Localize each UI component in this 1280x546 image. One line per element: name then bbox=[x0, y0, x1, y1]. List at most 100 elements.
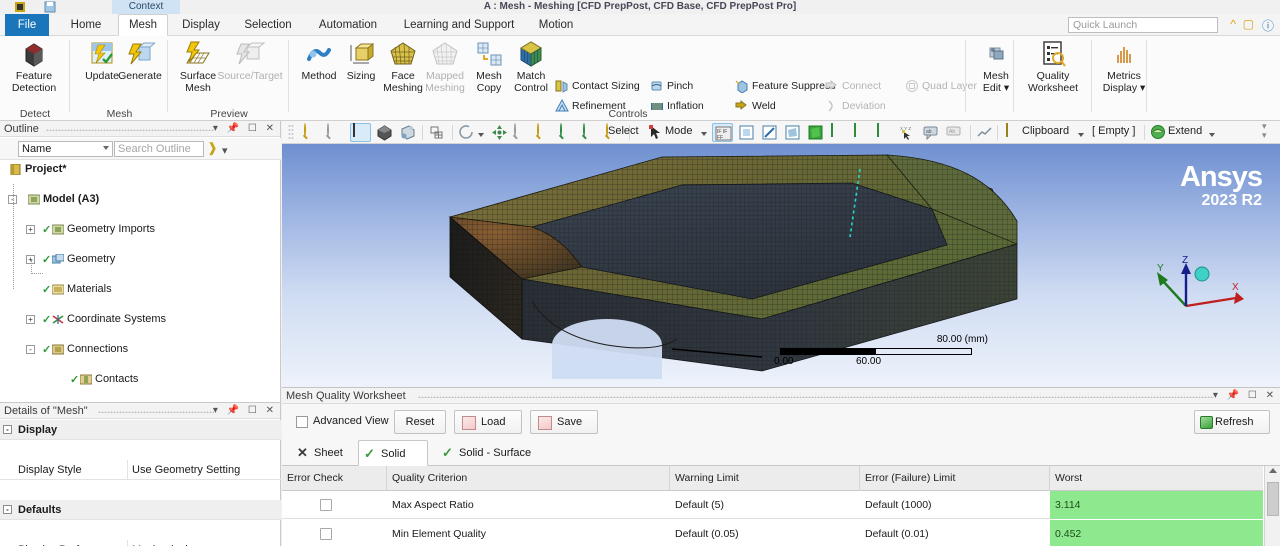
group-expander[interactable]: - bbox=[3, 505, 12, 514]
details-value[interactable]: Use Geometry Setting bbox=[127, 460, 281, 480]
outline-search-input[interactable]: Search Outline bbox=[114, 141, 204, 157]
details-row-physics-preference[interactable]: Physics Preference Mechanical bbox=[0, 540, 281, 546]
row-warning-limit[interactable]: Default (5) bbox=[670, 491, 860, 519]
tree-expander[interactable]: + bbox=[26, 315, 35, 324]
row-error-check-cell[interactable] bbox=[282, 491, 387, 519]
graphics-viewport[interactable]: Ansys 2023 R2 X Y Z 80.00 (mm) 60.00 0.0… bbox=[282, 144, 1280, 387]
row-error-checkbox[interactable] bbox=[320, 528, 332, 540]
tree-node-coordinate-systems[interactable]: + ✓ Coordinate Systems bbox=[0, 312, 281, 327]
tree-node-model[interactable]: - Model (A3) bbox=[0, 192, 281, 207]
chevron-up-icon[interactable]: ^ bbox=[1230, 17, 1236, 31]
quick-launch-input[interactable]: Quick Launch bbox=[1068, 17, 1218, 33]
show-solid-icon[interactable] bbox=[350, 123, 371, 142]
tab-motion[interactable]: Motion bbox=[530, 14, 582, 36]
tab-selection[interactable]: Selection bbox=[236, 14, 300, 36]
tab-sheet[interactable]: ✕ Sheet bbox=[292, 440, 354, 466]
show-edges-icon[interactable] bbox=[399, 124, 416, 141]
label-icon[interactable]: ab bbox=[922, 124, 939, 141]
show-wireframe-icon[interactable] bbox=[376, 124, 393, 141]
tab-learning-and-support[interactable]: Learning and Support bbox=[392, 14, 526, 36]
tab-automation[interactable]: Automation bbox=[308, 14, 388, 36]
extend-icon[interactable] bbox=[1150, 124, 1167, 141]
named-selection-icon[interactable] bbox=[428, 124, 445, 141]
load-button[interactable]: Load bbox=[454, 410, 522, 434]
save-button[interactable]: Save bbox=[530, 410, 598, 434]
tree-node-materials[interactable]: ✓ Materials bbox=[0, 282, 281, 297]
tab-file[interactable]: File bbox=[5, 14, 49, 36]
table-row[interactable]: Max Aspect Ratio Default (5) Default (10… bbox=[282, 491, 1263, 519]
scroll-up-arrow-icon[interactable] bbox=[1269, 468, 1277, 473]
pan-icon[interactable] bbox=[491, 124, 508, 141]
details-panel-buttons[interactable]: ▾ 📌 ☐ ✕ bbox=[213, 403, 277, 419]
chart-icon[interactable] bbox=[976, 124, 993, 141]
tab-display[interactable]: Display bbox=[174, 14, 228, 36]
worksheet-panel-buttons[interactable]: ▾ 📌 ☐ ✕ bbox=[1213, 388, 1277, 404]
probe-xyz-icon[interactable]: X Y Z bbox=[899, 124, 916, 141]
select-face-icon[interactable] bbox=[784, 124, 801, 141]
outline-panel-buttons[interactable]: ▾ 📌 ☐ ✕ bbox=[213, 121, 277, 137]
overflow-caret-icon[interactable]: ▾ bbox=[222, 144, 228, 157]
tab-solid[interactable]: ✓ Solid bbox=[358, 440, 428, 466]
match-control-button[interactable]: Match Control bbox=[502, 39, 560, 94]
clipboard-icon[interactable] bbox=[1004, 123, 1010, 141]
tab-mesh[interactable]: Mesh bbox=[118, 14, 168, 36]
tree-expander[interactable]: - bbox=[26, 345, 35, 354]
row-error-check-cell[interactable] bbox=[282, 520, 387, 546]
mode-cursor-icon[interactable] bbox=[647, 124, 664, 141]
select-edge-icon[interactable] bbox=[761, 124, 778, 141]
magnifier-icon[interactable] bbox=[583, 123, 585, 141]
chevron-down-icon[interactable] bbox=[1209, 128, 1215, 145]
select-body-icon[interactable] bbox=[807, 124, 824, 141]
generate-button[interactable]: Generate bbox=[111, 39, 169, 83]
tree-node-contacts[interactable]: ✓ Contacts bbox=[0, 372, 281, 387]
tab-solid-surface[interactable]: ✓ Solid - Surface bbox=[437, 440, 557, 466]
row-error-checkbox[interactable] bbox=[320, 499, 332, 511]
col-error-check[interactable]: Error Check bbox=[282, 466, 387, 491]
outline-name-filter-select[interactable]: Name bbox=[18, 141, 113, 157]
select-element-icon[interactable] bbox=[853, 123, 857, 141]
mode-label[interactable]: Mode bbox=[665, 125, 693, 137]
zoom-out-icon[interactable] bbox=[304, 123, 306, 141]
advanced-view-checkbox[interactable] bbox=[296, 416, 308, 428]
box-zoom-icon[interactable] bbox=[537, 123, 539, 141]
tree-node-project[interactable]: Project* bbox=[0, 162, 281, 177]
table-row[interactable]: Min Element Quality Default (0.05) Defau… bbox=[282, 520, 1263, 546]
group-expander[interactable]: - bbox=[3, 425, 12, 434]
axis-triad[interactable]: X Y Z bbox=[1154, 254, 1244, 324]
col-warning-limit[interactable]: Warning Limit bbox=[670, 466, 860, 491]
select-vertex-icon[interactable] bbox=[738, 124, 755, 141]
tree-node-connections[interactable]: - ✓ Connections bbox=[0, 342, 281, 357]
chevron-down-icon[interactable] bbox=[478, 128, 484, 145]
col-error-limit[interactable]: Error (Failure) Limit bbox=[860, 466, 1050, 491]
col-quality-criterion[interactable]: Quality Criterion bbox=[387, 466, 670, 491]
refresh-button[interactable]: Refresh bbox=[1194, 410, 1270, 434]
reset-button[interactable]: Reset bbox=[394, 410, 446, 434]
details-row-display-style[interactable]: Display Style Use Geometry Setting bbox=[0, 460, 281, 480]
scrollbar-thumb[interactable] bbox=[1267, 482, 1279, 516]
toolbar-overflow-icon[interactable]: ▾ ▾ bbox=[1262, 122, 1267, 140]
zoom-icon[interactable] bbox=[514, 123, 516, 141]
chevron-down-gold-icon[interactable]: ❱ bbox=[207, 140, 218, 156]
select-label[interactable]: Select bbox=[608, 125, 639, 137]
feature-detection-button[interactable]: Feature Detection bbox=[5, 39, 63, 94]
select-element-face-icon[interactable] bbox=[876, 123, 880, 141]
clipboard-label[interactable]: Clipboard bbox=[1022, 125, 1069, 137]
pinch-button[interactable]: Pinch bbox=[650, 78, 693, 94]
tab-home[interactable]: Home bbox=[60, 14, 112, 36]
row-warning-limit[interactable]: Default (0.05) bbox=[670, 520, 860, 546]
quality-worksheet-button[interactable]: Quality Worksheet bbox=[1017, 39, 1089, 94]
metrics-display-button[interactable]: Metrics Display ▾ bbox=[1095, 39, 1153, 94]
chevron-down-icon[interactable] bbox=[701, 127, 707, 144]
row-error-limit[interactable]: Default (1000) bbox=[860, 491, 1050, 519]
row-error-limit[interactable]: Default (0.01) bbox=[860, 520, 1050, 546]
select-mode-icon[interactable]: IF IF FF bbox=[712, 123, 733, 142]
notes-icon[interactable]: ▢ bbox=[1243, 17, 1254, 31]
feature-suppress-button[interactable]: Feature Suppress bbox=[735, 78, 835, 94]
contact-sizing-button[interactable]: Contact Sizing bbox=[555, 78, 640, 94]
zoom-fit-icon[interactable] bbox=[327, 123, 329, 141]
annotation-icon[interactable]: Ab bbox=[945, 124, 962, 141]
worksheet-vertical-scrollbar[interactable] bbox=[1264, 466, 1280, 546]
tree-node-geometry-imports[interactable]: + ✓ Geometry Imports bbox=[0, 222, 281, 237]
tree-expander[interactable]: + bbox=[26, 225, 35, 234]
details-group-display[interactable]: - Display bbox=[0, 420, 281, 440]
